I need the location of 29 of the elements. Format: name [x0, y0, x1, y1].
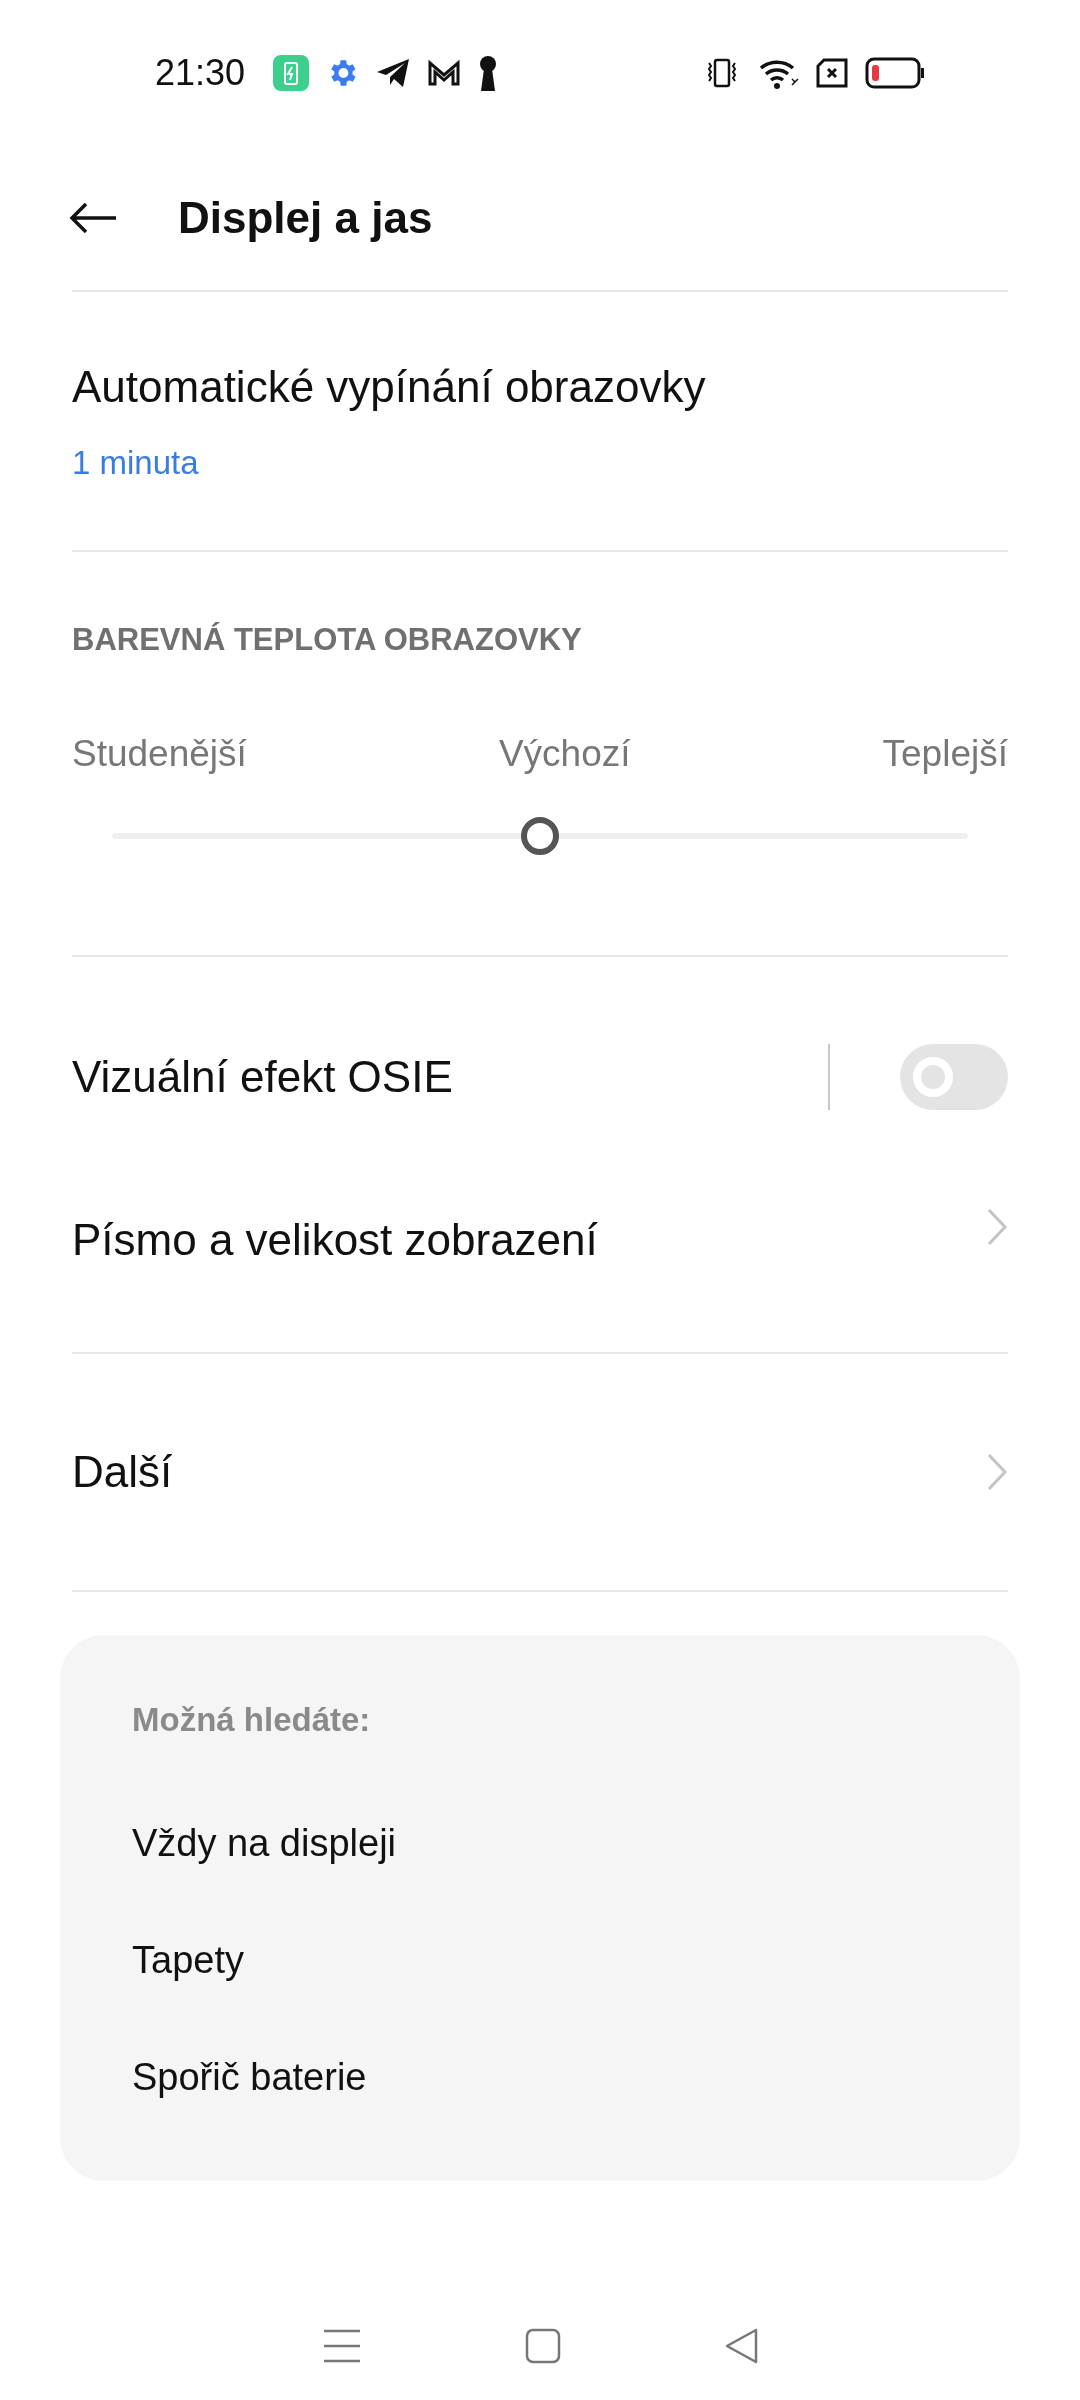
battery-low-icon — [865, 56, 925, 89]
mail-icon — [427, 58, 462, 87]
vibrate-icon — [705, 56, 739, 89]
setting-label: Automatické vypínání obrazovky — [72, 361, 706, 414]
setting-label: Vizuální efekt OSIE — [72, 1051, 454, 1103]
battery-charging-icon — [273, 54, 310, 91]
no-sim-icon — [815, 57, 849, 88]
settings-row[interactable]: Automatické vypínání obrazovky 1 minuta — [72, 290, 1008, 552]
section-heading: BAREVNÁ TEPLOTA OBRAZOVKY — [72, 621, 583, 659]
status-time: 21:30 — [155, 50, 246, 95]
slider-label: Výchozí — [498, 731, 631, 776]
home-icon[interactable] — [525, 2328, 561, 2364]
paper-plane-icon — [375, 56, 412, 89]
page-title: Displej a jas — [178, 191, 433, 244]
chevron-right-icon — [986, 1452, 1008, 1492]
slider-thumb[interactable] — [521, 817, 559, 855]
slider-label: Studenější — [72, 731, 247, 776]
menu-icon[interactable] — [321, 2328, 362, 2364]
card-heading: Možná hledáte: — [132, 1700, 372, 1740]
settings-row[interactable]: Písmo a velikost zobrazení — [72, 1197, 1008, 1352]
chevron-right-icon — [986, 1207, 1008, 1247]
suggestion-link[interactable]: Vždy na displeji — [132, 1784, 948, 1902]
back-button[interactable] — [68, 200, 118, 235]
setting-value: 1 minuta — [72, 443, 199, 484]
settings-row[interactable]: Další — [72, 1352, 1008, 1592]
slider-label: Teplejší — [882, 731, 1008, 776]
suggestion-link[interactable]: Spořič baterie — [132, 2018, 948, 2136]
suggestion-link[interactable]: Tapety — [132, 1901, 948, 2019]
back-icon[interactable] — [724, 2328, 759, 2364]
